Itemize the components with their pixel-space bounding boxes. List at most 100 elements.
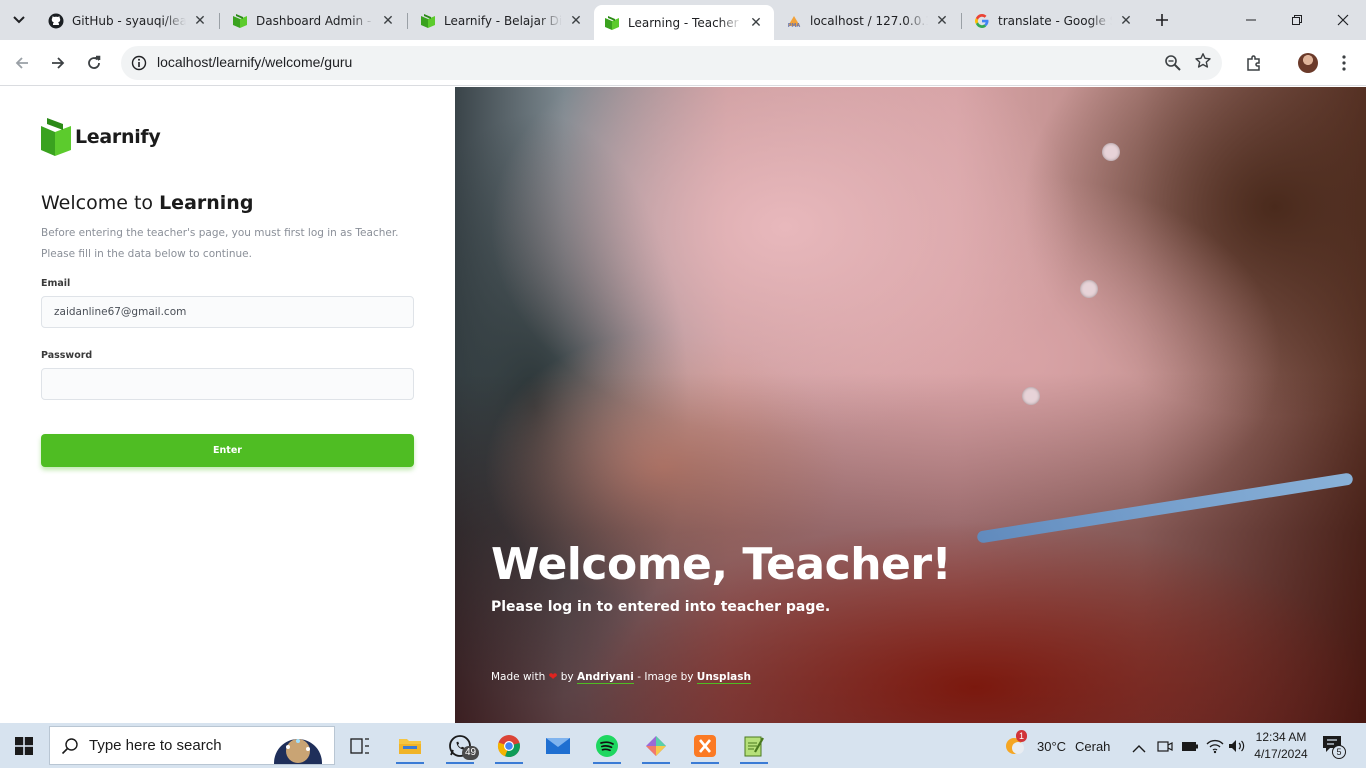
hero-subtitle: Please log in to entered into teacher pa… <box>491 599 831 615</box>
system-clock[interactable]: 12:34 AM 4/17/2024 <box>1253 729 1309 763</box>
tab-title: GitHub - syauqi/learn <box>72 14 186 28</box>
phpmyadmin-icon: PMA <box>786 13 802 29</box>
hero-image-panel: Welcome, Teacher! Please log in to enter… <box>455 87 1366 723</box>
spotify-app[interactable] <box>587 727 627 764</box>
address-bar[interactable]: localhost/learnify/welcome/guru <box>121 46 1222 80</box>
learnify-icon <box>604 15 620 31</box>
xampp-icon <box>694 734 716 757</box>
bookmark-star-icon[interactable] <box>1194 52 1212 75</box>
minimize-icon <box>1246 19 1256 21</box>
clock-time: 12:34 AM <box>1255 730 1307 744</box>
chrome-app[interactable] <box>489 727 529 764</box>
tab-title: Dashboard Admin - L <box>256 14 374 28</box>
logo-text: Learnify <box>75 126 161 148</box>
weather-text[interactable]: Cerah <box>1075 739 1110 754</box>
whatsapp-app[interactable]: 49 <box>440 727 480 764</box>
tab-google-translate[interactable]: translate - Google Se ✕ <box>964 6 1144 36</box>
login-panel: Learnify Welcome to Learning Before ente… <box>0 87 455 723</box>
credit-made-with: Made with <box>491 671 546 683</box>
clock-date: 4/17/2024 <box>1254 747 1308 761</box>
tab-title: Learnify - Belajar Dim <box>444 14 562 28</box>
close-tab-icon[interactable]: ✕ <box>1118 13 1134 29</box>
mail-app[interactable] <box>538 727 578 764</box>
close-tab-icon[interactable]: ✕ <box>380 13 396 29</box>
email-field[interactable] <box>41 296 414 328</box>
wifi-icon[interactable] <box>1206 738 1224 758</box>
learnify-icon <box>232 13 248 29</box>
zoom-icon[interactable] <box>1164 54 1182 72</box>
notification-center-button[interactable]: 5 <box>1322 735 1348 759</box>
tab-learnify-belajar[interactable]: Learnify - Belajar Dim ✕ <box>410 6 594 36</box>
gitkraken-app[interactable] <box>636 727 676 764</box>
credit-line: Made with ❤ by Andriyani - Image by Unsp… <box>491 671 751 684</box>
task-view-button[interactable] <box>340 727 380 764</box>
tab-learning-teacher-login[interactable]: Learning - Teacher Lo ✕ <box>594 5 774 40</box>
forward-button[interactable] <box>44 49 72 77</box>
svg-text:PMA: PMA <box>788 23 801 29</box>
tab-separator <box>219 13 220 29</box>
weather-icon[interactable]: 1 <box>1004 730 1028 756</box>
reload-button[interactable] <box>80 49 108 77</box>
search-placeholder: Type here to search <box>89 737 222 754</box>
tab-github[interactable]: GitHub - syauqi/learn ✕ <box>38 6 218 36</box>
tab-phpmyadmin[interactable]: PMA localhost / 127.0.0.1 / ✕ <box>776 6 960 36</box>
close-tab-icon[interactable]: ✕ <box>568 13 584 29</box>
close-tab-icon[interactable]: ✕ <box>748 15 764 31</box>
chevron-up-icon[interactable] <box>1132 739 1146 758</box>
file-explorer-app[interactable] <box>390 727 430 764</box>
meet-now-icon[interactable] <box>1157 738 1173 758</box>
notepad-app[interactable] <box>734 727 774 764</box>
search-icon <box>61 737 78 754</box>
taskbar-search-box[interactable]: Type here to search <box>49 726 335 765</box>
windows-logo-icon <box>15 736 33 755</box>
xampp-app[interactable] <box>685 727 725 764</box>
notification-badge: 5 <box>1332 745 1346 759</box>
login-description: Before entering the teacher's page, you … <box>41 227 399 260</box>
restore-button[interactable] <box>1274 0 1320 40</box>
close-tab-icon[interactable]: ✕ <box>192 13 208 29</box>
close-window-button[interactable] <box>1320 0 1366 40</box>
tab-title: localhost / 127.0.0.1 / <box>810 14 928 28</box>
minimize-button[interactable] <box>1228 0 1274 40</box>
arrow-right-icon <box>52 57 65 69</box>
tab-dashboard-admin[interactable]: Dashboard Admin - L ✕ <box>222 6 406 36</box>
credit-image-by: - Image by <box>637 671 694 683</box>
url-text[interactable]: localhost/learnify/welcome/guru <box>157 54 352 70</box>
author-link[interactable]: Andriyani <box>576 671 634 684</box>
logo[interactable]: Learnify <box>41 118 161 156</box>
unsplash-link[interactable]: Unsplash <box>696 671 751 684</box>
reload-icon <box>88 55 101 69</box>
extensions-button[interactable] <box>1240 49 1268 77</box>
more-vertical-icon <box>1342 55 1346 71</box>
site-info-icon[interactable] <box>129 53 149 73</box>
back-button[interactable] <box>8 49 36 77</box>
pen-image <box>976 472 1354 544</box>
email-label: Email <box>41 278 71 289</box>
tab-search-button[interactable] <box>6 7 32 33</box>
enter-button[interactable]: Enter <box>41 434 414 467</box>
temperature-text[interactable]: 30°C <box>1037 739 1066 754</box>
volume-icon[interactable] <box>1228 738 1246 758</box>
diamond-icon <box>646 735 666 756</box>
new-tab-button[interactable] <box>1150 8 1174 32</box>
arrow-left-icon <box>15 57 28 69</box>
chevron-down-icon <box>13 16 25 24</box>
profile-avatar[interactable] <box>1298 53 1318 73</box>
battery-icon[interactable] <box>1181 738 1199 758</box>
tab-title: Learning - Teacher Lo <box>628 15 742 30</box>
restore-icon <box>1292 15 1302 25</box>
browser-toolbar: localhost/learnify/welcome/guru <box>0 40 1366 86</box>
close-tab-icon[interactable]: ✕ <box>934 13 950 29</box>
welcome-bold: Learning <box>159 192 254 214</box>
tab-separator <box>407 13 408 29</box>
browser-menu-button[interactable] <box>1330 49 1358 77</box>
tab-separator <box>961 13 962 29</box>
close-icon <box>1337 14 1349 26</box>
start-button[interactable] <box>0 723 48 768</box>
mail-icon <box>546 737 570 754</box>
heart-icon: ❤ <box>548 671 558 683</box>
hero-title: Welcome, Teacher! <box>491 539 952 590</box>
shirt-button-image <box>1102 143 1120 161</box>
welcome-heading: Welcome to Learning <box>41 192 253 214</box>
password-field[interactable] <box>41 368 414 400</box>
